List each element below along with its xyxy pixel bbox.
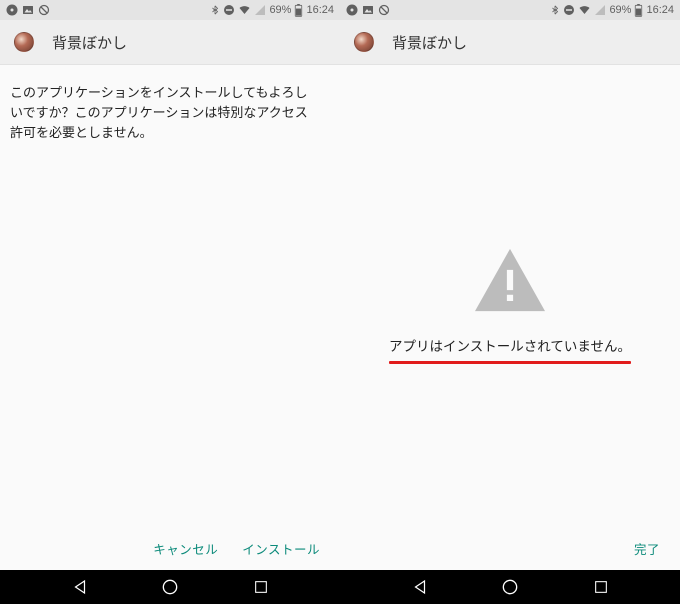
- app-title: 背景ぼかし: [392, 32, 467, 53]
- error-text: アプリはインストールされていません。: [389, 339, 631, 354]
- back-button[interactable]: [409, 576, 431, 598]
- do-not-disturb-icon: [563, 4, 575, 16]
- wifi-icon: [238, 4, 251, 16]
- picture-icon: [22, 4, 34, 16]
- status-bar: 69% 16:24: [340, 0, 680, 20]
- done-button[interactable]: 完了: [634, 539, 660, 558]
- home-button[interactable]: [499, 576, 521, 598]
- app-icon: [14, 32, 34, 52]
- no-sign-icon: [38, 4, 50, 16]
- bluetooth-icon: [210, 4, 220, 16]
- recent-button[interactable]: [590, 576, 612, 598]
- back-button[interactable]: [69, 576, 91, 598]
- app-icon: [354, 32, 374, 52]
- highlight-underline: [389, 361, 631, 364]
- error-message: アプリはインストールされていません。: [389, 337, 631, 364]
- install-dialog-body: このアプリケーションをインストールしてもよろしいですか？このアプリケーションは特…: [0, 65, 340, 526]
- music-icon: [6, 4, 18, 16]
- nav-bar: [340, 570, 680, 604]
- home-button[interactable]: [159, 576, 181, 598]
- signal-icon: [594, 4, 606, 16]
- dialog-button-row: キャンセル インストール: [0, 526, 340, 570]
- app-bar: 背景ぼかし: [0, 20, 340, 65]
- wifi-icon: [578, 4, 591, 16]
- music-icon: [346, 4, 358, 16]
- status-bar: 69% 16:24: [0, 0, 340, 20]
- screen-install-failed: 69% 16:24 背景ぼかし アプリはインストールされ: [340, 0, 680, 570]
- battery-percent: 69%: [269, 4, 291, 16]
- install-button[interactable]: インストール: [242, 539, 320, 558]
- clock: 16:24: [306, 4, 334, 16]
- battery-icon: [634, 4, 643, 17]
- clock: 16:24: [646, 4, 674, 16]
- cancel-button[interactable]: キャンセル: [153, 539, 218, 558]
- install-message: このアプリケーションをインストールしてもよろしいですか？このアプリケーションは特…: [10, 83, 320, 143]
- bluetooth-icon: [550, 4, 560, 16]
- battery-percent: 69%: [609, 4, 631, 16]
- warning-triangle-icon: [470, 245, 550, 321]
- recent-button[interactable]: [250, 576, 272, 598]
- signal-icon: [254, 4, 266, 16]
- error-body: アプリはインストールされていません。: [340, 65, 680, 526]
- nav-bar: [0, 570, 340, 604]
- no-sign-icon: [378, 4, 390, 16]
- battery-icon: [294, 4, 303, 17]
- picture-icon: [362, 4, 374, 16]
- do-not-disturb-icon: [223, 4, 235, 16]
- dialog-button-row: 完了: [340, 526, 680, 570]
- navigation-bar-row: [0, 570, 680, 604]
- screen-install-prompt: 69% 16:24 背景ぼかし このアプリケーションをインストールしてもよろしい…: [0, 0, 340, 570]
- app-title: 背景ぼかし: [52, 32, 127, 53]
- app-bar: 背景ぼかし: [340, 20, 680, 65]
